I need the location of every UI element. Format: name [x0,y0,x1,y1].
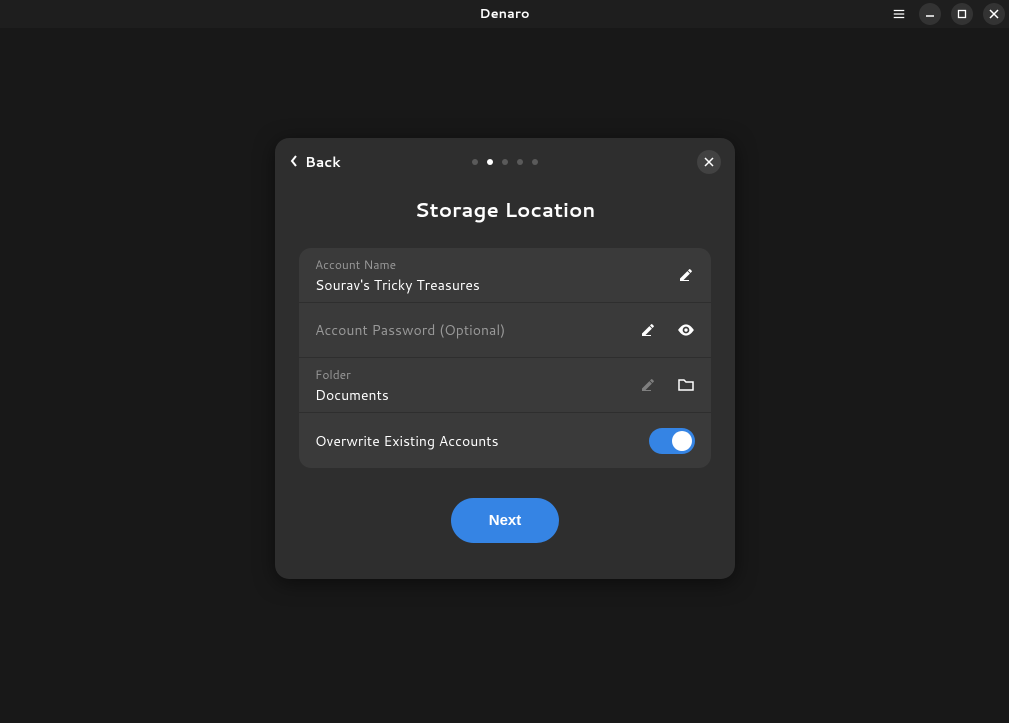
hamburger-menu-icon[interactable] [889,4,909,24]
page-dot[interactable] [502,159,508,165]
password-input[interactable] [315,320,639,340]
account-password-row[interactable] [299,303,711,358]
dialog-header: Back [275,138,735,186]
toggle-knob [672,431,692,451]
back-label: Back [305,152,341,172]
account-name-row[interactable]: Account Name Sourav's Tricky Treasures [299,248,711,303]
app-title: Denaro [479,5,529,23]
close-dialog-button[interactable] [697,150,721,174]
overwrite-label: Overwrite Existing Accounts [315,431,649,451]
chevron-left-icon [289,151,299,174]
overwrite-row: Overwrite Existing Accounts [299,413,711,468]
edit-icon[interactable] [639,321,657,339]
folder-open-icon[interactable] [677,376,695,394]
storage-location-dialog: Back Storage Location Account Name Soura… [275,138,735,579]
page-dot[interactable] [517,159,523,165]
folder-row[interactable]: Folder Documents [299,358,711,413]
overwrite-toggle[interactable] [649,428,695,454]
folder-label: Folder [315,366,639,383]
edit-icon [639,376,657,394]
next-button[interactable]: Next [451,498,560,543]
page-dot[interactable] [532,159,538,165]
close-window-button[interactable] [983,3,1005,25]
titlebar: Denaro [0,0,1009,28]
maximize-button[interactable] [951,3,973,25]
account-name-value: Sourav's Tricky Treasures [315,275,677,295]
page-dot[interactable] [472,159,478,165]
window-controls [889,3,1005,25]
dialog-title: Storage Location [275,196,735,224]
page-indicator [472,159,538,165]
back-button[interactable]: Back [289,151,341,174]
page-dot-active[interactable] [487,159,493,165]
visibility-icon[interactable] [677,321,695,339]
minimize-button[interactable] [919,3,941,25]
form-group: Account Name Sourav's Tricky Treasures [299,248,711,468]
edit-icon[interactable] [677,266,695,284]
account-name-label: Account Name [315,256,677,273]
folder-value: Documents [315,385,639,405]
